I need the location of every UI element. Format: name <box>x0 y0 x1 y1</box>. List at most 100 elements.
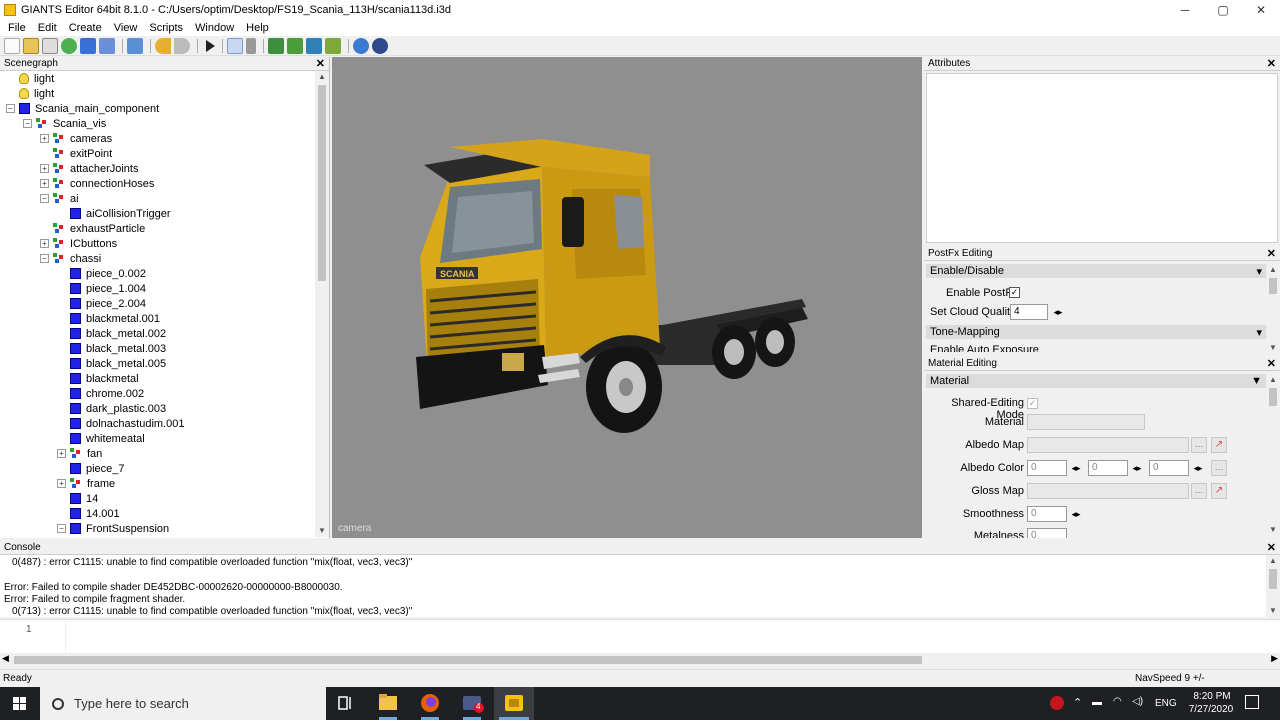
paint-terrain-icon[interactable] <box>287 37 303 54</box>
scroll-left-icon[interactable]: ◀ <box>2 653 9 664</box>
menu-edit[interactable]: Edit <box>32 22 63 34</box>
scroll-down-icon[interactable]: ▼ <box>1266 342 1280 354</box>
tree-node[interactable]: black_metal.003 <box>57 341 166 356</box>
menu-view[interactable]: View <box>108 22 144 34</box>
tree-node[interactable]: + ICbuttons <box>40 236 117 251</box>
collapse-icon[interactable]: − <box>6 104 15 113</box>
albedo-color-g[interactable]: 0 <box>1088 460 1128 476</box>
clock-time[interactable]: 8:20 PM <box>1190 691 1234 702</box>
section-enable-disable[interactable]: Enable/Disable ▾ <box>926 264 1266 278</box>
section-tone-mapping[interactable]: Tone-Mapping ▾ <box>926 325 1266 339</box>
close-icon[interactable]: ✕ <box>1267 357 1276 370</box>
task-view-icon[interactable] <box>326 687 366 720</box>
albedo-color-browse-button[interactable]: … <box>1211 460 1227 476</box>
close-icon[interactable]: ✕ <box>316 57 325 70</box>
tree-node[interactable]: piece_7 <box>57 461 125 476</box>
expand-icon[interactable]: + <box>40 164 49 173</box>
console-scrollbar[interactable]: ▲ ▼ <box>1266 555 1280 617</box>
tree-node[interactable]: piece_1.004 <box>57 281 146 296</box>
enable-postfx-checkbox[interactable]: ✓ <box>1009 287 1020 298</box>
tree-node[interactable]: + connectionHoses <box>40 176 154 191</box>
maximize-button[interactable]: ▢ <box>1204 0 1242 20</box>
notification-icon[interactable] <box>1245 695 1259 709</box>
scroll-down-icon[interactable]: ▼ <box>1266 524 1280 536</box>
scroll-thumb[interactable] <box>318 85 326 281</box>
scroll-up-icon[interactable]: ▲ <box>1266 555 1280 567</box>
scroll-up-icon[interactable]: ▲ <box>1266 264 1280 276</box>
redo-icon[interactable] <box>174 37 190 54</box>
tree-node[interactable]: + frame <box>57 476 115 491</box>
albedo-b-spin-icon[interactable]: ◂▸ <box>1190 460 1206 476</box>
undo-icon[interactable] <box>155 37 171 54</box>
postfx-scrollbar[interactable]: ▲ ▼ <box>1266 264 1280 354</box>
menu-help[interactable]: Help <box>240 22 275 34</box>
tree-node[interactable]: 14.001 <box>57 506 120 521</box>
close-window-button[interactable]: ✕ <box>1242 0 1280 20</box>
tree-node[interactable]: black_metal.005 <box>57 356 166 371</box>
albedo-color-r[interactable]: 0 <box>1027 460 1067 476</box>
chevron-down-icon[interactable]: ▾ <box>1256 265 1262 278</box>
smoothness-input[interactable]: 0 <box>1027 506 1067 522</box>
chevron-down-icon[interactable]: ▼ <box>1251 375 1262 387</box>
clock-date[interactable]: 7/27/2020 <box>1186 704 1236 715</box>
tree-node[interactable]: blackmetal.001 <box>57 311 160 326</box>
tree-node[interactable]: 14 <box>57 491 98 506</box>
albedo-map-input[interactable] <box>1027 437 1189 453</box>
refresh-icon[interactable] <box>61 37 77 54</box>
tree-node[interactable]: chrome.002 <box>57 386 144 401</box>
albedo-g-spin-icon[interactable]: ◂▸ <box>1129 460 1145 476</box>
tree-node[interactable]: light <box>6 86 54 101</box>
gear-icon[interactable] <box>372 37 388 54</box>
collapse-icon[interactable]: − <box>40 254 49 263</box>
scroll-thumb[interactable] <box>1269 388 1277 406</box>
tree-node[interactable]: − chassi <box>40 251 101 266</box>
3d-viewport[interactable]: SCANIA camera <box>332 57 922 538</box>
scroll-up-icon[interactable]: ▲ <box>1266 374 1280 386</box>
magnet-icon[interactable] <box>246 37 256 54</box>
taskbar-search[interactable]: Type here to search <box>40 687 326 720</box>
collapse-icon[interactable]: − <box>40 194 49 203</box>
volume-icon[interactable]: ◁) <box>1132 696 1143 707</box>
close-icon[interactable]: ✕ <box>1267 57 1276 70</box>
firefox-icon[interactable] <box>410 687 450 720</box>
collapse-icon[interactable]: − <box>57 524 66 533</box>
scroll-right-icon[interactable]: ▶ <box>1271 653 1278 664</box>
tree-node[interactable]: exitPoint <box>40 146 112 161</box>
wifi-icon[interactable]: ◠ <box>1113 696 1122 707</box>
tree-node[interactable]: − Scania_main_component <box>6 101 159 116</box>
albedo-color-b[interactable]: 0 <box>1149 460 1189 476</box>
console-hscrollbar[interactable]: ◀ ▶ <box>0 653 1280 667</box>
security-shield-icon[interactable] <box>1046 687 1068 720</box>
minimize-button[interactable]: ─ <box>1166 0 1204 20</box>
tree-node[interactable]: blackmetal <box>57 371 139 386</box>
giants-editor-taskbar-icon[interactable] <box>494 687 534 720</box>
script-editor[interactable]: 1 <box>0 619 1280 654</box>
scroll-thumb[interactable] <box>1269 278 1277 294</box>
chevron-up-icon[interactable]: ⌃ <box>1073 696 1082 709</box>
windows-start-icon[interactable] <box>0 687 40 720</box>
shared-mode-checkbox[interactable]: ✓ <box>1027 398 1038 409</box>
tree-node[interactable]: dark_plastic.003 <box>57 401 166 416</box>
tree-node[interactable]: + attacherJoints <box>40 161 138 176</box>
new-file-icon[interactable] <box>4 37 20 54</box>
tree-node[interactable]: − Scania_vis <box>23 116 106 131</box>
scenegraph-scrollbar[interactable]: ▲ ▼ <box>315 71 329 537</box>
tree-node[interactable]: piece_2.004 <box>57 296 146 311</box>
tree-node[interactable]: piece_0.002 <box>57 266 146 281</box>
smoothness-spin-icon[interactable]: ◂▸ <box>1068 506 1084 522</box>
save-as-icon[interactable] <box>99 37 115 54</box>
tree-node[interactable]: − FrontSuspension <box>57 521 169 536</box>
battery-icon[interactable]: ▬ <box>1092 697 1102 708</box>
scroll-down-icon[interactable]: ▼ <box>1266 605 1280 617</box>
edit-icon[interactable] <box>42 37 58 54</box>
material-scrollbar[interactable]: ▲ ▼ <box>1266 374 1280 536</box>
expand-icon[interactable]: + <box>57 449 66 458</box>
material-select[interactable] <box>1027 414 1145 430</box>
close-icon[interactable]: ✕ <box>1267 247 1276 260</box>
tree-node[interactable]: + cameras <box>40 131 112 146</box>
settings-icon[interactable] <box>353 37 369 54</box>
collapse-icon[interactable]: − <box>23 119 32 128</box>
scroll-thumb[interactable] <box>14 656 922 664</box>
expand-icon[interactable]: + <box>40 239 49 248</box>
gloss-map-input[interactable] <box>1027 483 1189 499</box>
